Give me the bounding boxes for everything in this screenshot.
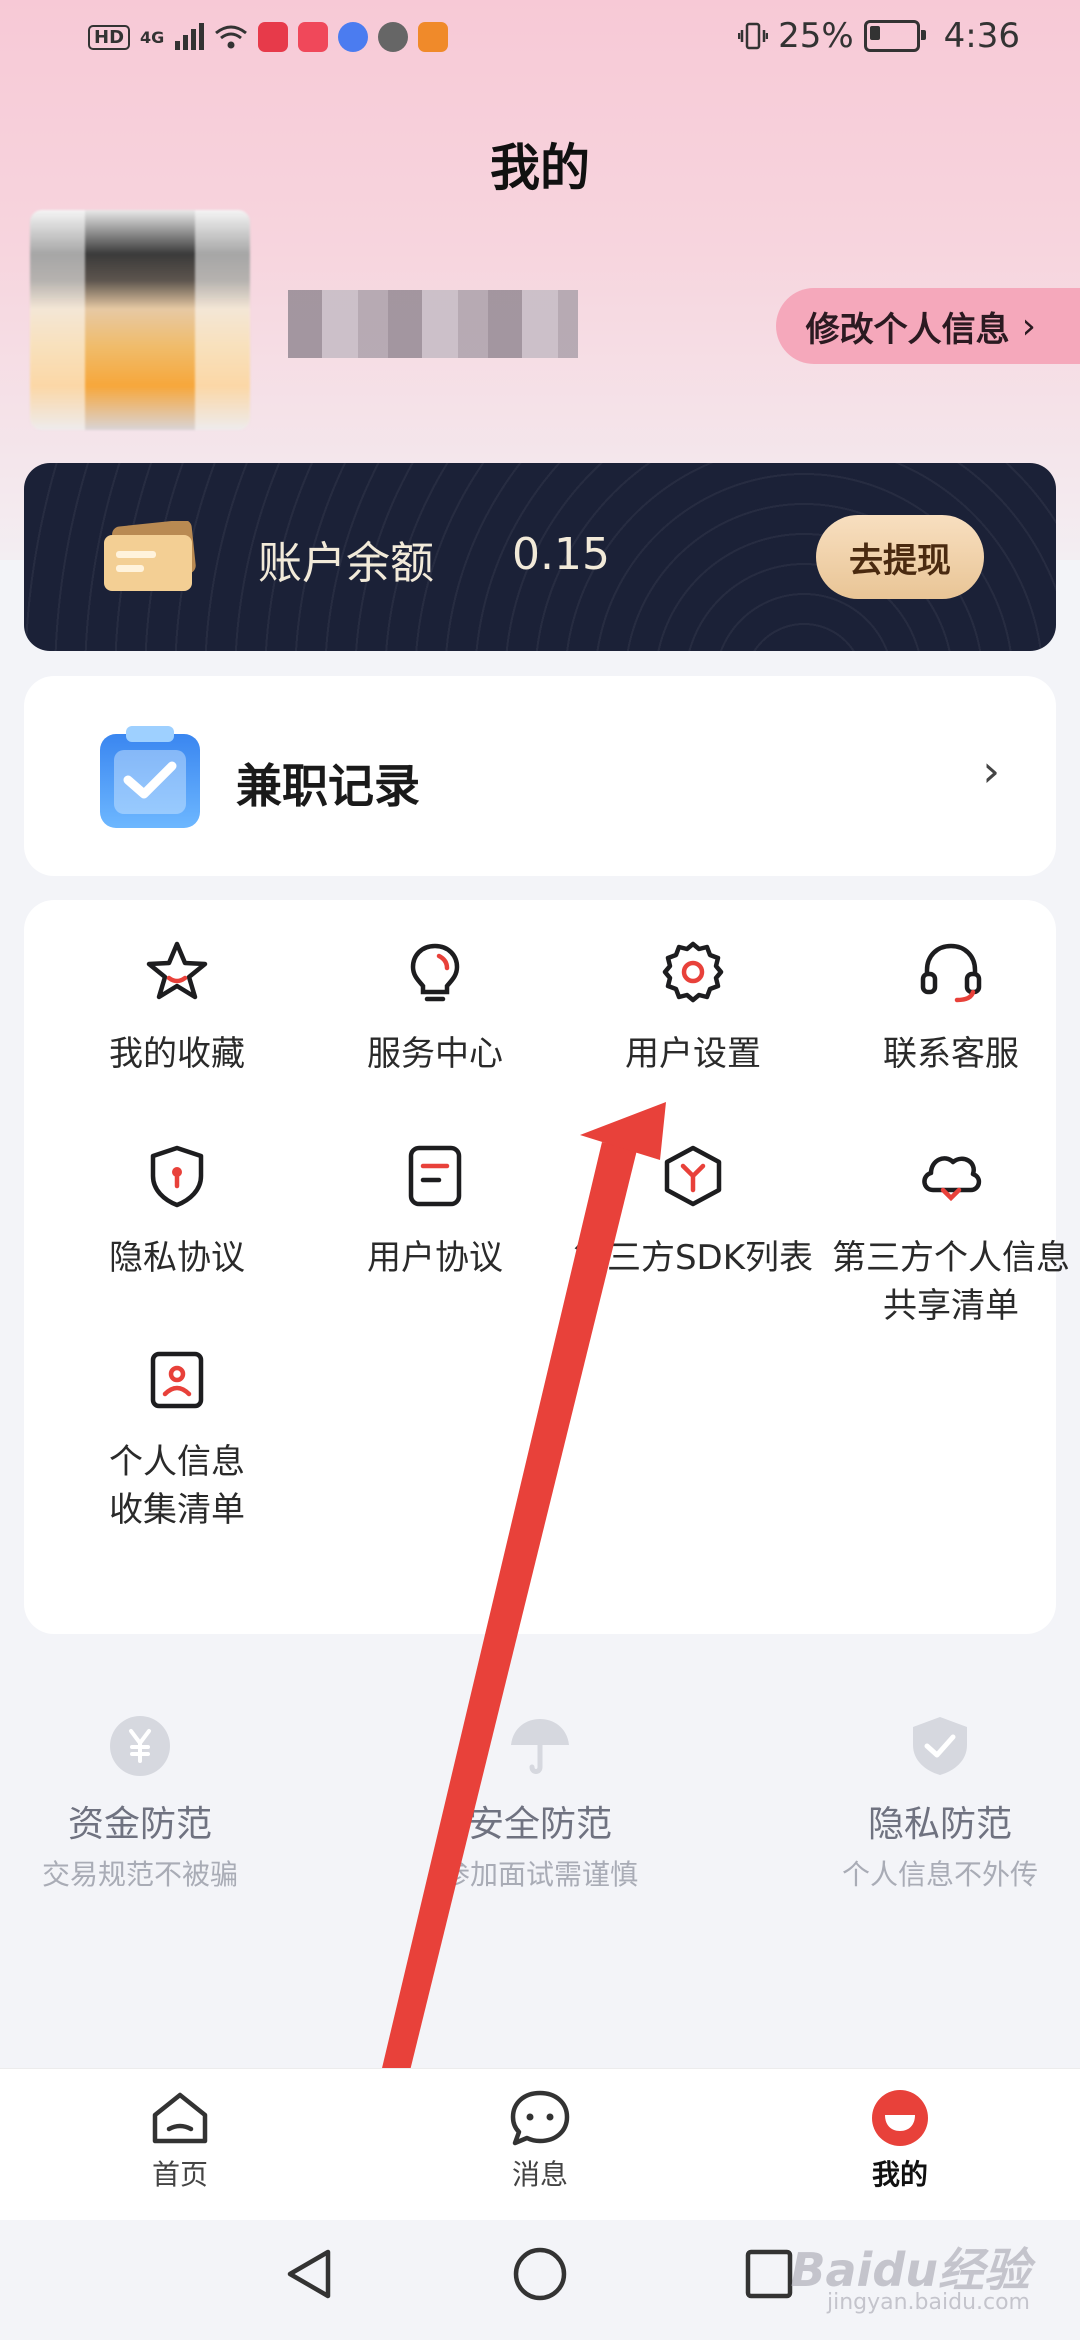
safety-subtitle: 参加面试需谨慎 — [441, 1858, 638, 1891]
edit-profile-button[interactable]: 修改个人信息 › — [775, 288, 1080, 364]
huawei-app-icon — [298, 22, 329, 52]
tab-profile[interactable]: 我的 — [800, 2089, 1000, 2193]
wifi-icon — [215, 25, 248, 49]
avatar[interactable] — [30, 210, 250, 430]
grid-item-label: 我的收藏 — [109, 1034, 245, 1074]
grid-item-label: 用户设置 — [625, 1034, 761, 1074]
grid-item-user-settings[interactable]: 用户设置 — [564, 936, 822, 1078]
wallet-icon — [104, 521, 196, 591]
recents-icon[interactable] — [744, 2246, 794, 2302]
part-time-records-label: 兼职记录 — [236, 759, 420, 813]
withdraw-button[interactable]: 去提现 — [816, 515, 984, 599]
message-icon — [510, 2090, 570, 2146]
headset-icon — [920, 943, 982, 1003]
grid-item-label: 隐私协议 — [109, 1238, 245, 1278]
app-notification-icon — [258, 22, 289, 52]
back-icon[interactable] — [284, 2246, 334, 2302]
grid-item-sdk-list[interactable]: 第三方SDK列表 — [564, 1140, 822, 1282]
vibrate-icon — [738, 22, 769, 50]
shield-check-icon — [913, 1717, 967, 1775]
bottom-tab-bar: 首页 消息 我的 — [0, 2068, 1080, 2221]
tab-home[interactable]: 首页 — [80, 2089, 280, 2193]
baidu-watermark-url: jingyan.baidu.com — [826, 2290, 1030, 2315]
grid-item-user-agreement[interactable]: 用户协议 — [306, 1140, 564, 1282]
umbrella-icon — [511, 1719, 569, 1774]
chevron-right-icon: › — [982, 746, 1000, 797]
balance-label: 账户余额 — [258, 538, 434, 589]
balance-card: 账户余额 0.15 去提现 — [24, 463, 1056, 651]
profile-icon — [872, 2090, 928, 2146]
grid-item-favorites[interactable]: 我的收藏 — [48, 936, 306, 1078]
grid-item-label: 服务中心 — [367, 1034, 503, 1074]
balance-value: 0.15 — [512, 529, 610, 580]
grid-item-service-center[interactable]: 服务中心 — [306, 936, 564, 1078]
person-card-icon — [150, 1351, 204, 1409]
hd-indicator: HD — [88, 24, 131, 50]
status-bar: HD 4G 25% 4:36 — [0, 0, 1080, 80]
cloud-icon — [922, 1156, 982, 1202]
gesture-app-icon — [378, 22, 409, 52]
tab-label: 首页 — [151, 2158, 208, 2191]
grid-item-label: 联系客服 — [883, 1034, 1019, 1074]
music-app-icon — [338, 22, 369, 52]
home-circle-icon[interactable] — [512, 2246, 568, 2302]
grid-item-info-collection-list[interactable]: 个人信息收集清单 — [48, 1344, 306, 1534]
home-icon — [152, 2092, 208, 2144]
battery-icon — [863, 20, 926, 52]
signal-icon — [175, 23, 205, 50]
grid-item-privacy-policy[interactable]: 隐私协议 — [48, 1140, 306, 1282]
safety-tip-funds: 资金防范 交易规范不被骗 — [0, 1715, 320, 1893]
part-time-records-row[interactable]: 兼职记录 › — [24, 676, 1056, 876]
safety-tip-privacy: 隐私防范 个人信息不外传 — [760, 1715, 1080, 1893]
tab-label: 我的 — [871, 2158, 928, 2191]
safety-subtitle: 交易规范不被骗 — [41, 1858, 238, 1891]
page-title: 我的 — [490, 139, 590, 197]
edit-profile-label: 修改个人信息 — [805, 309, 1010, 350]
grid-item-customer-service[interactable]: 联系客服 — [822, 936, 1080, 1078]
chevron-right-icon: › — [1021, 305, 1036, 347]
safety-subtitle: 个人信息不外传 — [841, 1858, 1038, 1891]
safety-tip-security: 安全防范 参加面试需谨慎 — [360, 1715, 720, 1893]
tab-messages[interactable]: 消息 — [440, 2089, 640, 2193]
cube-icon — [664, 1145, 722, 1207]
bulb-icon — [410, 943, 460, 1002]
grid-item-label: 用户协议 — [367, 1238, 503, 1278]
grid-item-label: 第三方个人信息共享清单 — [832, 1238, 1070, 1326]
document-icon — [408, 1145, 462, 1207]
yen-icon — [110, 1716, 170, 1776]
gear-icon — [662, 941, 724, 1003]
username-redacted — [288, 290, 578, 358]
grid-item-label: 第三方SDK列表 — [572, 1238, 814, 1278]
features-grid: 我的收藏 服务中心 用户设置 联系客服 隐私协议 用户协议 第三方SDK列表 第… — [24, 900, 1070, 1634]
safety-title: 资金防范 — [67, 1804, 212, 1845]
clock: 4:36 — [943, 16, 1020, 56]
grid-item-label: 个人信息收集清单 — [109, 1442, 245, 1530]
network-indicator: 4G — [140, 27, 165, 47]
shield-icon — [150, 1145, 204, 1208]
shopping-app-icon — [418, 22, 449, 52]
tab-label: 消息 — [511, 2158, 568, 2191]
clipboard-check-icon — [100, 726, 200, 828]
safety-title: 安全防范 — [467, 1804, 612, 1845]
battery-percent: 25% — [778, 16, 854, 56]
star-icon — [146, 941, 208, 1000]
grid-item-info-sharing-list[interactable]: 第三方个人信息共享清单 — [822, 1140, 1080, 1330]
safety-title: 隐私防范 — [867, 1804, 1012, 1845]
